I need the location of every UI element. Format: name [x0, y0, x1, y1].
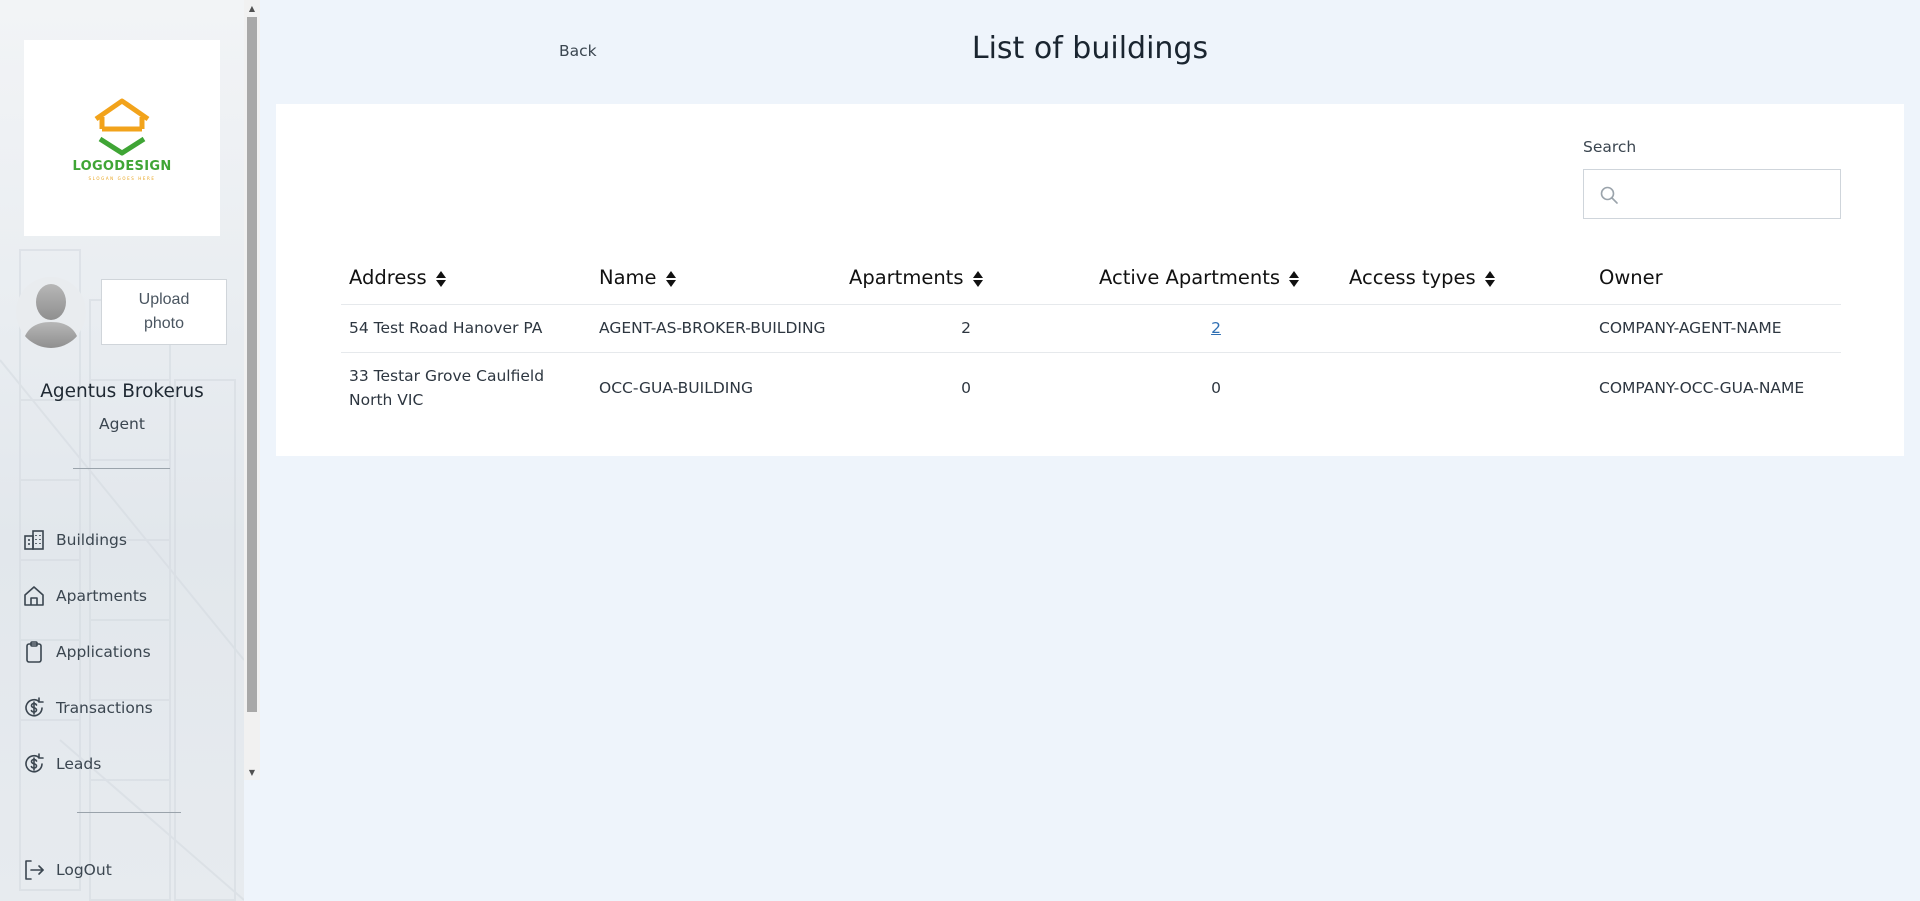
- cell-address: 54 Test Road Hanover PA: [341, 304, 591, 353]
- column-header-label: Address: [349, 266, 427, 290]
- logout-button[interactable]: LogOut: [22, 858, 112, 882]
- search-input[interactable]: [1628, 170, 1834, 218]
- upload-photo-button[interactable]: Upload photo: [101, 279, 227, 345]
- sidebar: LOGODESIGN SLOGAN GOES HERE Upload photo…: [0, 0, 244, 901]
- buildings-card: Search Address Name Apartments Active Ap…: [276, 104, 1904, 456]
- search-label: Search: [1583, 138, 1637, 156]
- sort-icon[interactable]: [1484, 270, 1496, 288]
- sidebar-item-applications[interactable]: Applications: [22, 624, 153, 680]
- logo-text: LOGODESIGN: [72, 159, 172, 174]
- sidebar-item-apartments[interactable]: Apartments: [22, 568, 153, 624]
- divider: [73, 468, 170, 469]
- user-role: Agent: [99, 415, 145, 433]
- user-silhouette-icon: [16, 277, 86, 348]
- cell-active-apartments: 0: [1211, 379, 1221, 398]
- sidebar-item-label: Buildings: [56, 531, 127, 549]
- sort-icon[interactable]: [1288, 270, 1300, 288]
- search-field[interactable]: [1583, 169, 1841, 219]
- column-header-label: Access types: [1349, 266, 1476, 290]
- logo-house-icon: [94, 98, 150, 156]
- sort-icon[interactable]: [665, 270, 677, 288]
- sort-icon[interactable]: [435, 270, 447, 288]
- cell-access-types: [1341, 304, 1591, 353]
- column-header-active-apartments[interactable]: Active Apartments: [1091, 252, 1341, 305]
- divider: [77, 812, 181, 813]
- scroll-down-arrow-icon[interactable]: ▼: [244, 764, 260, 780]
- avatar: [16, 276, 86, 348]
- search-icon: [1599, 185, 1619, 205]
- dollar-cycle-icon: [22, 752, 46, 776]
- back-link[interactable]: Back: [559, 42, 597, 60]
- sidebar-scrollbar[interactable]: ▲ ▼: [244, 0, 260, 780]
- cell-address: 33 Testar Grove Caulfield North VIC: [349, 367, 545, 410]
- column-header-address[interactable]: Address: [341, 252, 591, 305]
- table-header-row: Address Name Apartments Active Apartment…: [341, 252, 1841, 305]
- cell-owner: COMPANY-OCC-GUA-NAME: [1599, 379, 1805, 398]
- column-header-label: Name: [599, 266, 657, 290]
- company-logo: LOGODESIGN SLOGAN GOES HERE: [24, 40, 220, 236]
- sidebar-item-leads[interactable]: Leads: [22, 736, 153, 792]
- cell-owner: COMPANY-AGENT-NAME: [1591, 304, 1841, 353]
- column-header-label: Active Apartments: [1099, 266, 1281, 290]
- sidebar-item-label: Leads: [56, 755, 102, 773]
- page-title: List of buildings: [971, 31, 1209, 66]
- building-icon: [22, 528, 46, 552]
- cell-apartments: 0: [961, 379, 971, 398]
- user-name: Agentus Brokerus: [40, 381, 204, 402]
- scrollbar-thumb[interactable]: [247, 17, 257, 712]
- sidebar-item-buildings[interactable]: Buildings: [22, 512, 153, 568]
- sidebar-nav: Buildings Apartments Applications Transa…: [22, 512, 153, 792]
- dollar-cycle-icon: [22, 696, 46, 720]
- sort-icon[interactable]: [972, 270, 984, 288]
- table-row[interactable]: 54 Test Road Hanover PA AGENT-AS-BROKER-…: [341, 304, 1841, 353]
- sidebar-item-transactions[interactable]: Transactions: [22, 680, 153, 736]
- cell-name: AGENT-AS-BROKER-BUILDING: [591, 304, 841, 353]
- logout-label: LogOut: [56, 861, 112, 879]
- column-header-owner: Owner: [1591, 252, 1841, 305]
- column-header-access-types[interactable]: Access types: [1341, 252, 1591, 305]
- scroll-up-arrow-icon[interactable]: ▲: [244, 0, 260, 16]
- sidebar-item-label: Apartments: [56, 587, 148, 605]
- column-header-label: Apartments: [849, 266, 964, 290]
- sidebar-item-label: Applications: [56, 643, 151, 661]
- column-header-name[interactable]: Name: [591, 252, 841, 305]
- cell-apartments: 2: [841, 304, 1091, 353]
- active-apartments-link[interactable]: 2: [1211, 319, 1221, 337]
- column-header-apartments[interactable]: Apartments: [841, 252, 1091, 305]
- cell-active-apartments: 2: [1091, 304, 1341, 353]
- logout-icon: [22, 858, 46, 882]
- buildings-table: Address Name Apartments Active Apartment…: [341, 252, 1841, 424]
- sidebar-item-label: Transactions: [56, 699, 153, 717]
- cell-name: OCC-GUA-BUILDING: [599, 379, 753, 398]
- logo-slogan: SLOGAN GOES HERE: [88, 176, 156, 181]
- clipboard-icon: [22, 640, 46, 664]
- table-row[interactable]: 33 Testar Grove Caulfield North VIC OCC-…: [341, 352, 1841, 424]
- cell-access-types: [1341, 352, 1591, 424]
- column-header-label: Owner: [1599, 266, 1663, 290]
- home-icon: [22, 584, 46, 608]
